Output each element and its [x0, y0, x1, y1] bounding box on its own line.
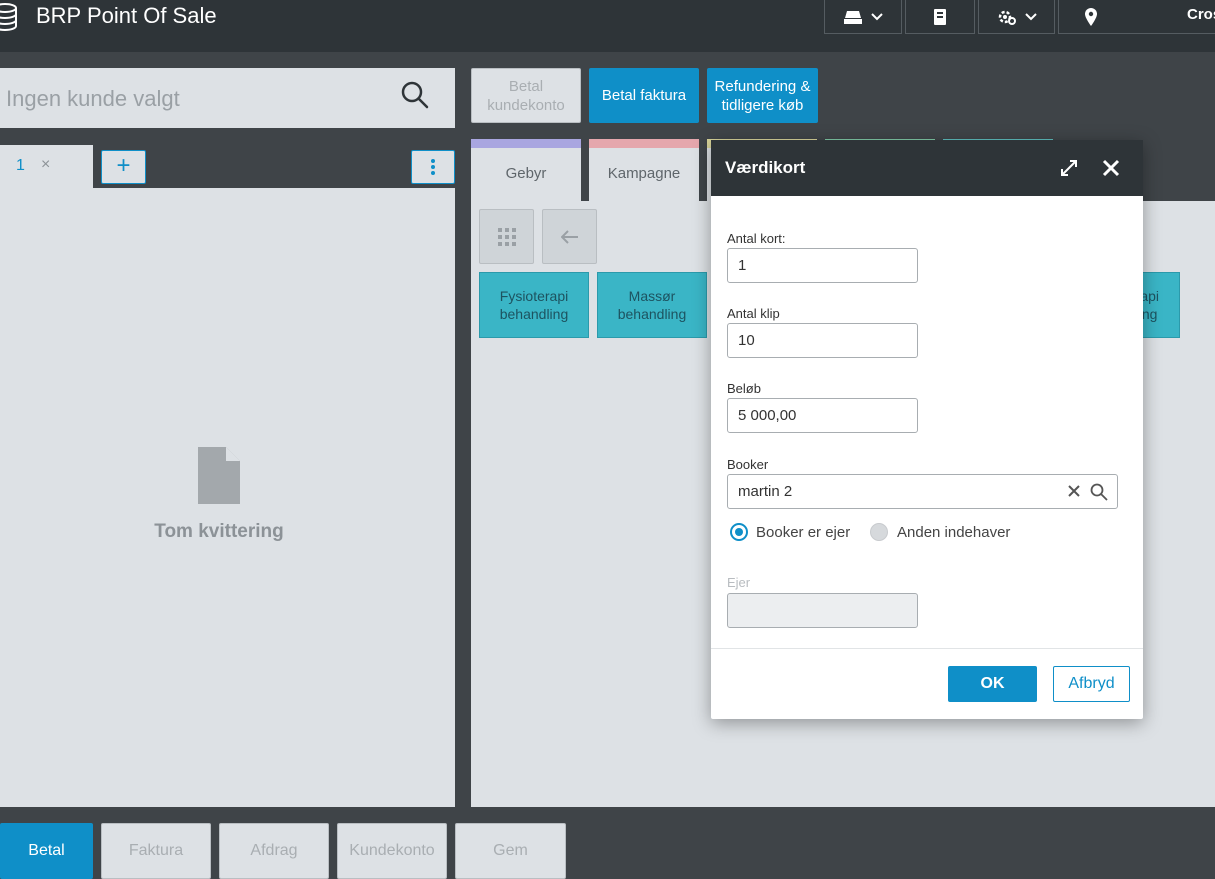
- pay-button[interactable]: Betal: [0, 823, 93, 879]
- product-massor[interactable]: Massør behandling: [597, 272, 707, 338]
- booker-is-owner-label[interactable]: Booker er ejer: [756, 524, 850, 541]
- close-icon[interactable]: [1102, 159, 1120, 177]
- user-name[interactable]: Cros: [1187, 6, 1215, 23]
- empty-document-icon: [198, 447, 240, 504]
- search-icon[interactable]: [400, 80, 430, 110]
- add-receipt-button[interactable]: +: [101, 150, 146, 184]
- dialog-header: Værdikort: [711, 140, 1143, 196]
- map-pin-icon: [1085, 7, 1097, 26]
- category-kampagne[interactable]: Kampagne: [589, 139, 699, 201]
- register-menu-button[interactable]: [824, 0, 902, 34]
- owner-label: Ejer: [727, 575, 751, 590]
- booker-is-owner-radio[interactable]: [730, 523, 748, 541]
- category-label: Gebyr: [505, 164, 547, 182]
- coins-logo-icon: [0, 3, 17, 31]
- app-title: BRP Point Of Sale: [36, 3, 217, 28]
- booker-field[interactable]: martin 2: [727, 474, 1118, 509]
- amount-field[interactable]: 5 000,00: [727, 398, 918, 433]
- top-bar: BRP Point Of Sale Cros: [0, 0, 1215, 52]
- clear-icon[interactable]: [1068, 485, 1080, 497]
- notebook-icon: [934, 8, 946, 25]
- save-button[interactable]: Gem: [455, 823, 566, 879]
- pay-customer-account-button[interactable]: Betal kundekonto: [471, 68, 581, 123]
- card-count-label: Antal kort:: [727, 231, 786, 246]
- close-tab-icon[interactable]: ×: [41, 156, 50, 174]
- category-label: Kampagne: [607, 164, 681, 182]
- arrow-left-icon: [560, 229, 578, 244]
- back-button[interactable]: [542, 209, 597, 264]
- clips-label: Antal klip: [727, 306, 780, 321]
- dialog-title: Værdikort: [725, 158, 806, 177]
- receipt-tab-number: 1: [16, 157, 25, 174]
- cancel-button[interactable]: Afbryd: [1053, 666, 1130, 702]
- search-icon[interactable]: [1090, 483, 1108, 501]
- card-count-field[interactable]: 1: [727, 248, 918, 283]
- empty-receipt-label: Tom kvittering: [154, 521, 284, 542]
- booker-label: Booker: [727, 457, 769, 472]
- chevron-down-icon: [1024, 12, 1037, 20]
- dialog-divider: [711, 648, 1143, 649]
- cash-register-icon: [844, 10, 862, 24]
- settings-menu-button[interactable]: [978, 0, 1055, 34]
- installment-button[interactable]: Afdrag: [219, 823, 329, 879]
- value-card-dialog: Værdikort Antal kort: 1 Antal klip 10 Be…: [711, 140, 1143, 719]
- customer-search-input[interactable]: Ingen kunde valgt: [0, 68, 455, 128]
- gears-icon: [998, 10, 1016, 25]
- refund-button[interactable]: Refundering & tidligere køb: [707, 68, 818, 123]
- other-holder-radio[interactable]: [870, 523, 888, 541]
- customer-search-placeholder: Ingen kunde valgt: [6, 86, 180, 111]
- invoice-button[interactable]: Faktura: [101, 823, 211, 879]
- pay-invoice-button[interactable]: Betal faktura: [589, 68, 699, 123]
- other-holder-label[interactable]: Anden indehaver: [897, 524, 1010, 541]
- clips-field[interactable]: 10: [727, 323, 918, 358]
- category-color-stripe: [471, 139, 581, 148]
- amount-label: Beløb: [727, 381, 761, 396]
- owner-field: [727, 593, 918, 628]
- more-options-button[interactable]: [411, 150, 455, 184]
- kebab-menu-icon: [431, 159, 435, 175]
- customer-account-button[interactable]: Kundekonto: [337, 823, 447, 879]
- expand-icon[interactable]: [1060, 159, 1078, 177]
- category-gebyr[interactable]: Gebyr: [471, 139, 581, 201]
- grid-view-button[interactable]: [479, 209, 534, 264]
- grid-icon: [497, 227, 516, 246]
- product-fysioterapi[interactable]: Fysioterapi behandling: [479, 272, 589, 338]
- category-color-stripe: [589, 139, 699, 148]
- ok-button[interactable]: OK: [948, 666, 1037, 702]
- notebook-button[interactable]: [905, 0, 975, 34]
- chevron-down-icon: [871, 12, 883, 20]
- receipt-tab[interactable]: 1 ×: [0, 145, 93, 188]
